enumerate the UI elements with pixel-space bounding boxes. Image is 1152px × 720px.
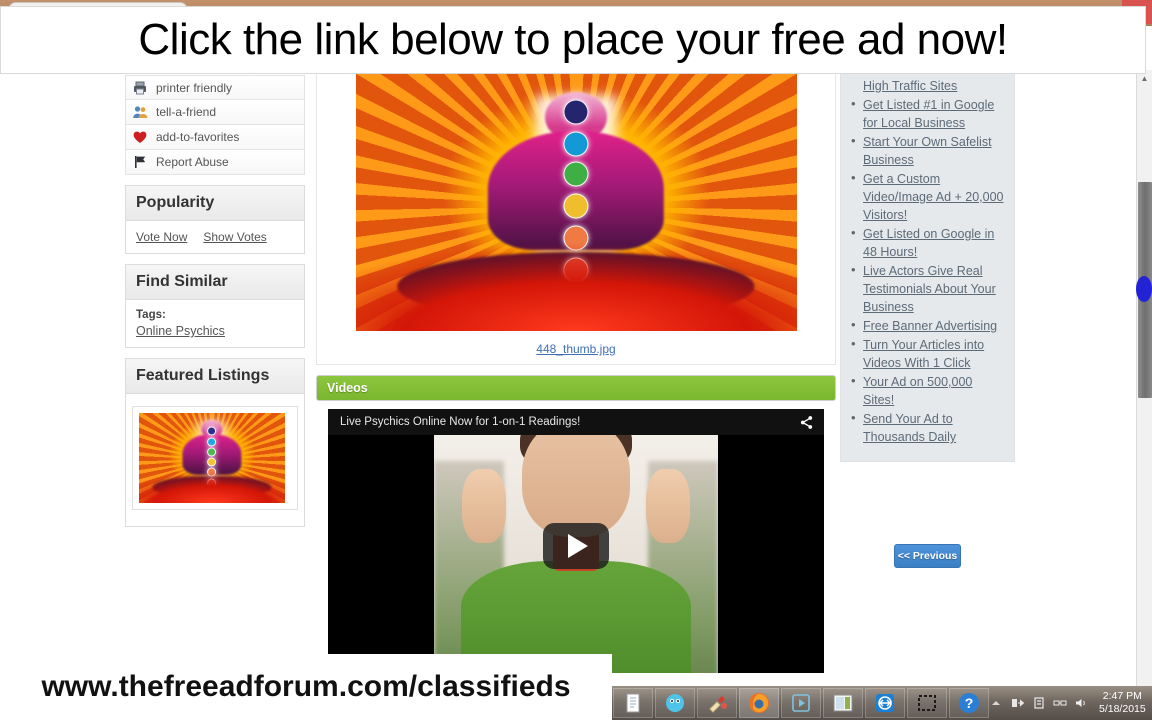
featured-listings-body — [126, 394, 304, 526]
system-tray: 2:47 PM 5/18/2015 — [990, 690, 1152, 716]
ad-link[interactable]: Get a Custom Video/Image Ad + 20,000 Vis… — [863, 172, 1004, 222]
page-content: printer friendly tell-a-friend add-to-fa… — [120, 70, 1040, 690]
page-scrollbar[interactable]: ▲ — [1136, 70, 1152, 690]
featured-thumbnail[interactable] — [132, 406, 298, 510]
list-item[interactable]: Get a Custom Video/Image Ad + 20,000 Vis… — [849, 169, 1006, 224]
flag-icon — [132, 154, 148, 170]
action-label: add-to-favorites — [156, 130, 240, 144]
listing-actions: printer friendly tell-a-friend add-to-fa… — [125, 75, 305, 175]
blue-circle-decoration — [1136, 276, 1152, 302]
listing-image-card: 448_thumb.jpg — [316, 70, 836, 365]
list-item[interactable]: Turn Your Articles into Videos With 1 Cl… — [849, 335, 1006, 372]
ad-link[interactable]: Live Actors Give Real Testimonials About… — [863, 264, 996, 314]
vote-now-link[interactable]: Vote Now — [136, 230, 187, 244]
share-icon[interactable] — [799, 415, 814, 435]
web-page: printer friendly tell-a-friend add-to-fa… — [0, 70, 1140, 690]
previous-button[interactable]: << Previous — [894, 544, 961, 568]
videos-header-label: Videos — [327, 381, 368, 395]
list-item[interactable]: Free Banner Advertising — [849, 316, 1006, 335]
voicemail-icon[interactable] — [655, 688, 695, 718]
ad-link[interactable]: Start Your Own Safelist Business — [863, 135, 992, 167]
action-report-abuse[interactable]: Report Abuse — [125, 150, 305, 175]
network-share-icon[interactable] — [1011, 696, 1025, 710]
video-title: Live Psychics Online Now for 1-on-1 Read… — [340, 416, 581, 428]
bottom-banner-text: www.thefreeadforum.com/classifieds — [41, 670, 571, 703]
action-printer-friendly[interactable]: printer friendly — [125, 75, 305, 100]
ad-links-list: High Traffic Sites Get Listed #1 in Goog… — [849, 77, 1006, 446]
show-votes-link[interactable]: Show Votes — [203, 230, 266, 244]
chakra-main-image[interactable] — [355, 71, 797, 331]
bottom-banner-overlay: www.thefreeadforum.com/classifieds — [0, 654, 612, 720]
chakra-thumbnail-image — [139, 413, 285, 503]
list-item[interactable]: Get Listed #1 in Google for Local Busine… — [849, 95, 1006, 132]
featured-listings-title: Featured Listings — [126, 359, 304, 394]
svg-text:?: ? — [965, 695, 974, 711]
ad-link[interactable]: Get Listed #1 in Google for Local Busine… — [863, 98, 994, 130]
popularity-title: Popularity — [126, 186, 304, 221]
action-label: tell-a-friend — [156, 105, 217, 119]
ad-link[interactable]: Send Your Ad to Thousands Daily — [863, 412, 956, 444]
heart-icon — [132, 129, 148, 145]
popularity-body: Vote Now Show Votes — [126, 221, 304, 253]
network-icon[interactable] — [1053, 696, 1067, 710]
list-item[interactable]: Get Listed on Google in 48 Hours! — [849, 224, 1006, 261]
windows-taskbar: ? 2:47 PM 5/18/2015 — [612, 686, 1152, 720]
ad-link[interactable]: Free Banner Advertising — [863, 319, 997, 333]
find-similar-panel: Find Similar Tags: Online Psychics — [125, 264, 305, 348]
taskbar-clock[interactable]: 2:47 PM 5/18/2015 — [1095, 690, 1146, 716]
ad-link[interactable]: Turn Your Articles into Videos With 1 Cl… — [863, 338, 984, 370]
list-item[interactable]: High Traffic Sites — [849, 77, 1006, 95]
list-item[interactable]: Send Your Ad to Thousands Daily — [849, 409, 1006, 446]
tag-link-online-psychics[interactable]: Online Psychics — [136, 324, 225, 338]
screen: – ▭ × printer — [0, 0, 1152, 720]
people-icon — [132, 104, 148, 120]
printer-icon — [132, 80, 148, 96]
video-container: Live Psychics Online Now for 1-on-1 Read… — [316, 409, 836, 673]
tags-label: Tags: — [136, 309, 166, 321]
action-add-to-favorites[interactable]: add-to-favorites — [125, 125, 305, 150]
ad-link[interactable]: Get Listed on Google in 48 Hours! — [863, 227, 994, 259]
left-sidebar: printer friendly tell-a-friend add-to-fa… — [125, 75, 305, 527]
cleaner-icon[interactable] — [697, 688, 737, 718]
action-center-icon[interactable] — [1032, 696, 1046, 710]
videos-section-header: Videos — [316, 375, 836, 401]
find-similar-body: Tags: Online Psychics — [126, 300, 304, 347]
list-item[interactable]: Start Your Own Safelist Business — [849, 132, 1006, 169]
list-item[interactable]: Your Ad on 500,000 Sites! — [849, 372, 1006, 409]
video-player[interactable]: Live Psychics Online Now for 1-on-1 Read… — [328, 409, 824, 673]
snipping-tool-icon[interactable] — [907, 688, 947, 718]
play-button-icon[interactable] — [543, 523, 609, 570]
media-player-icon[interactable] — [781, 688, 821, 718]
taskbar-items: ? — [612, 686, 990, 720]
ad-link[interactable]: Your Ad on 500,000 Sites! — [863, 375, 972, 407]
top-banner-overlay: Click the link below to place your free … — [0, 6, 1146, 74]
action-label: printer friendly — [156, 80, 233, 95]
clock-time: 2:47 PM — [1102, 690, 1142, 702]
window-icon[interactable] — [823, 688, 863, 718]
help-icon[interactable]: ? — [949, 688, 989, 718]
image-caption[interactable]: 448_thumb.jpg — [317, 331, 835, 356]
list-item[interactable]: Live Actors Give Real Testimonials About… — [849, 261, 1006, 316]
firefox-icon[interactable] — [739, 688, 779, 718]
notepad-icon[interactable] — [613, 688, 653, 718]
teamviewer-icon[interactable] — [865, 688, 905, 718]
top-banner-text: Click the link below to place your free … — [138, 15, 1008, 64]
featured-listings-panel: Featured Listings — [125, 358, 305, 527]
show-hidden-icons-arrow[interactable] — [990, 696, 1004, 710]
find-similar-title: Find Similar — [126, 265, 304, 300]
main-column: 448_thumb.jpg Videos Live Psychics Onlin… — [316, 70, 836, 673]
video-title-bar: Live Psychics Online Now for 1-on-1 Read… — [328, 409, 824, 435]
popularity-panel: Popularity Vote Now Show Votes — [125, 185, 305, 254]
action-tell-a-friend[interactable]: tell-a-friend — [125, 100, 305, 125]
clock-date: 5/18/2015 — [1099, 703, 1146, 715]
right-sidebar: High Traffic Sites Get Listed #1 in Goog… — [840, 70, 1015, 462]
action-label: Report Abuse — [156, 155, 229, 169]
volume-icon[interactable] — [1074, 696, 1088, 710]
ad-link[interactable]: High Traffic Sites — [863, 79, 957, 93]
